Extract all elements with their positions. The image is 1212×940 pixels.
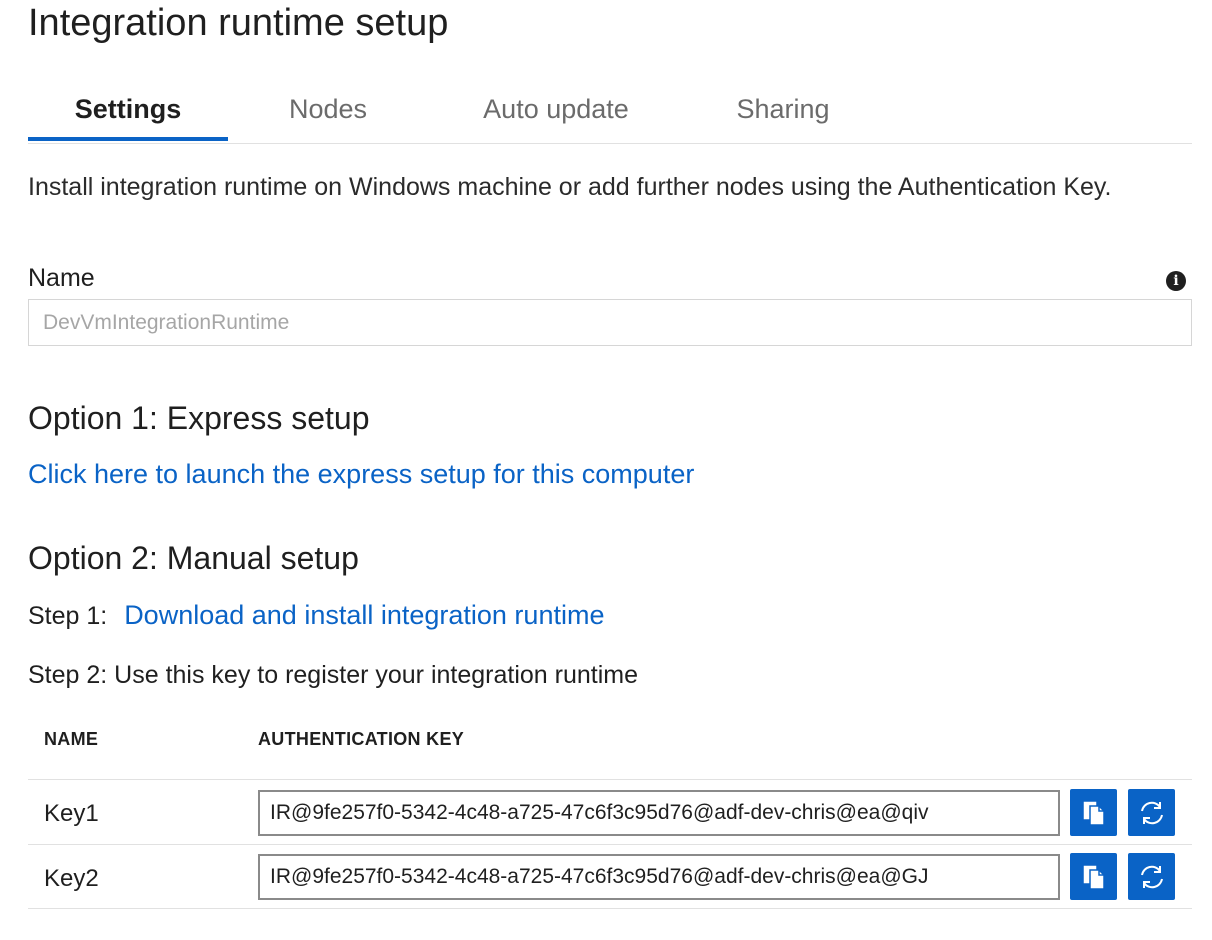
column-header-name: NAME [44,729,99,749]
name-field[interactable] [28,299,1192,346]
tab-auto-update[interactable]: Auto update [456,94,656,125]
step1-label: Step 1: [28,602,108,630]
key2-name: Key2 [44,865,99,892]
tab-sharing[interactable]: Sharing [683,94,883,125]
info-icon[interactable]: i [1166,271,1186,291]
key1-name: Key1 [44,800,99,827]
copy-icon [1081,799,1105,826]
integration-runtime-setup-panel: Integration runtime setup Settings Nodes… [0,0,1212,940]
step1: Step 1: Download and install integration… [28,600,604,631]
step2: Step 2: Use this key to register your in… [28,661,639,689]
page-title: Integration runtime setup [28,2,449,44]
tab-settings[interactable]: Settings [28,94,228,125]
setup-description: Install integration runtime on Windows m… [28,173,1112,201]
active-tab-indicator [28,137,228,141]
key1-copy-button[interactable] [1070,789,1117,836]
refresh-icon [1140,865,1163,888]
table-divider [28,844,1192,845]
refresh-icon [1140,801,1163,824]
tab-bar: Settings Nodes Auto update Sharing [28,88,1192,144]
table-divider [28,779,1192,780]
express-setup-link[interactable]: Click here to launch the express setup f… [28,459,694,490]
tab-nodes[interactable]: Nodes [228,94,428,125]
table-divider [28,908,1192,909]
option2-heading: Option 2: Manual setup [28,540,359,576]
key2-regenerate-button[interactable] [1128,853,1175,900]
column-header-authentication-key: AUTHENTICATION KEY [258,729,465,749]
key2-copy-button[interactable] [1070,853,1117,900]
copy-icon [1081,863,1105,890]
option1-heading: Option 1: Express setup [28,400,370,436]
key1-value[interactable]: IR@9fe257f0-5342-4c48-a725-47c6f3c95d76@… [258,790,1060,836]
key2-value[interactable]: IR@9fe257f0-5342-4c48-a725-47c6f3c95d76@… [258,854,1060,900]
download-runtime-link[interactable]: Download and install integration runtime [124,600,604,630]
key1-regenerate-button[interactable] [1128,789,1175,836]
name-label: Name [28,264,95,292]
